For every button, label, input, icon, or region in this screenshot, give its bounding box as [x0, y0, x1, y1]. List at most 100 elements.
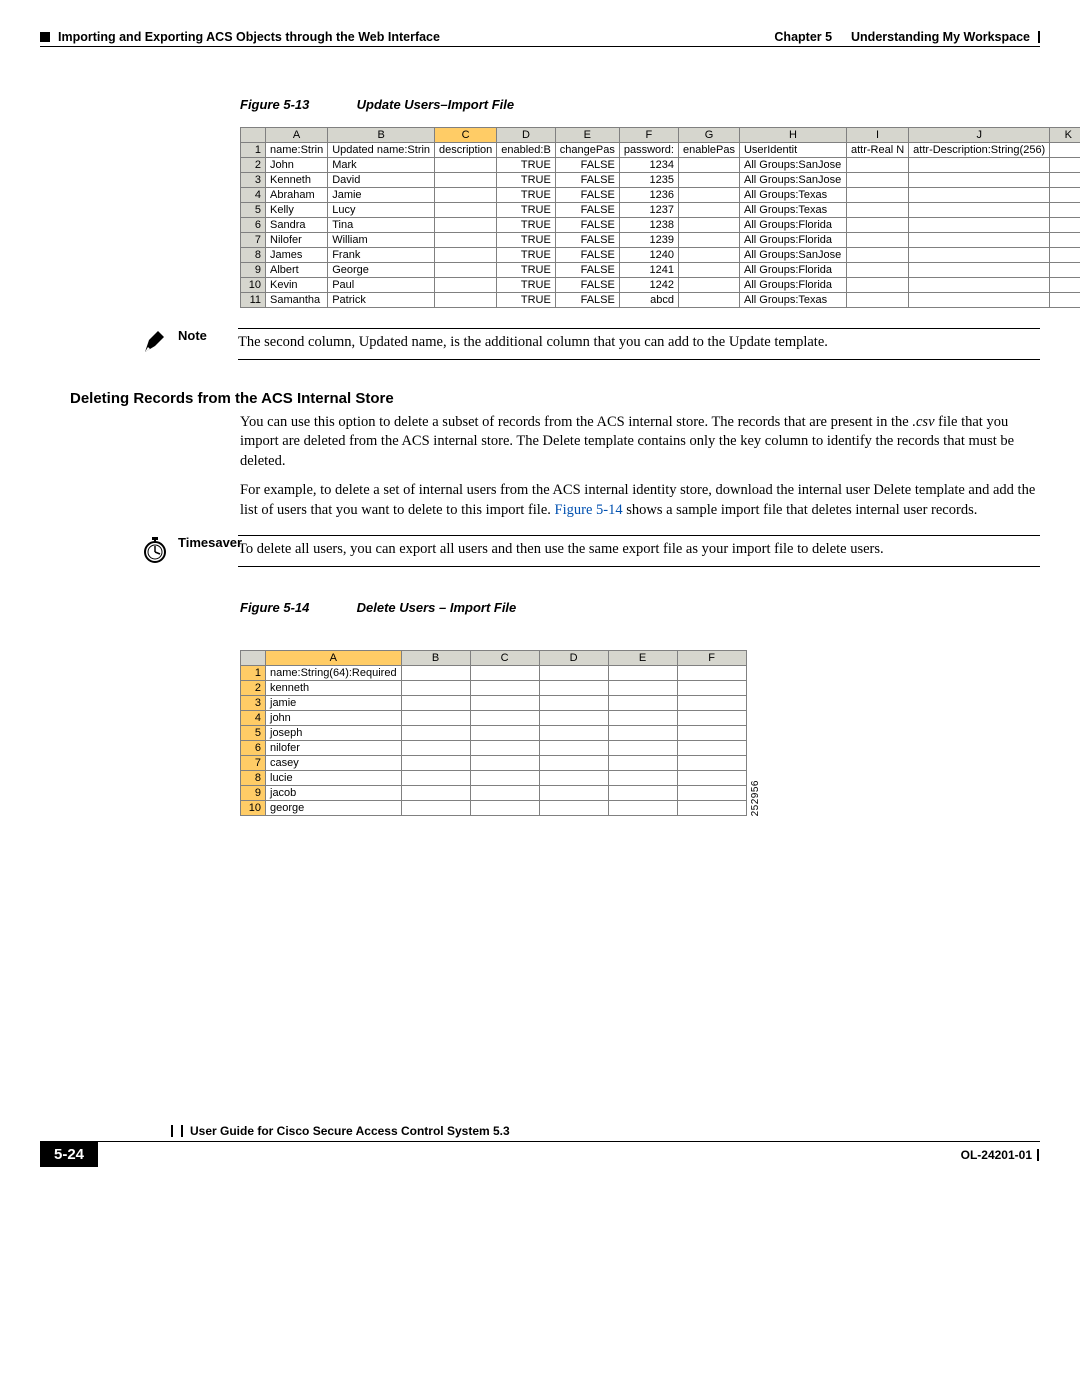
cell [677, 756, 746, 771]
cell [401, 756, 470, 771]
cell [1050, 248, 1080, 263]
cell [608, 711, 677, 726]
row-header: 11 [241, 293, 266, 308]
header-chapter: Chapter 5 [774, 30, 832, 44]
header-rule [40, 46, 1040, 47]
row-header: 4 [241, 711, 266, 726]
cell [909, 218, 1050, 233]
cell: joseph [266, 726, 402, 741]
cell: All Groups:Texas [739, 203, 846, 218]
cell: nilofer [266, 741, 402, 756]
cell: David [328, 173, 435, 188]
cell [678, 263, 739, 278]
col-header: C [435, 128, 497, 143]
cell: george [266, 801, 402, 816]
cell [846, 293, 908, 308]
cell: Kelly [266, 203, 328, 218]
figure14-link[interactable]: Figure 5-14 [555, 502, 623, 518]
cell: name:Strin [266, 143, 328, 158]
cell [678, 158, 739, 173]
cell [539, 681, 608, 696]
cell [677, 666, 746, 681]
cell [846, 233, 908, 248]
cell: name:String(64):Required [266, 666, 402, 681]
cell [608, 696, 677, 711]
cell [435, 248, 497, 263]
cell [678, 248, 739, 263]
figure14-caption: Figure 5-14 Delete Users – Import File [240, 600, 1040, 615]
col-header: F [619, 128, 678, 143]
cell: description [435, 143, 497, 158]
col-header: F [677, 651, 746, 666]
cell: Mark [328, 158, 435, 173]
footer-bar-icon [1037, 1149, 1039, 1161]
cell [846, 278, 908, 293]
cell [846, 188, 908, 203]
row-header: 9 [241, 263, 266, 278]
col-header: E [608, 651, 677, 666]
cell: kenneth [266, 681, 402, 696]
footer-bar-icon [181, 1125, 183, 1137]
cell: FALSE [555, 278, 619, 293]
cell [435, 203, 497, 218]
col-header: A [266, 128, 328, 143]
cell [401, 786, 470, 801]
row-header: 2 [241, 681, 266, 696]
cell [909, 203, 1050, 218]
col-header: G [678, 128, 739, 143]
cell: TRUE [497, 248, 556, 263]
cell: All Groups:Florida [739, 278, 846, 293]
cell [677, 681, 746, 696]
col-header: C [470, 651, 539, 666]
cell: All Groups:Texas [739, 188, 846, 203]
cell [846, 218, 908, 233]
row-header: 9 [241, 786, 266, 801]
cell: TRUE [497, 218, 556, 233]
row-header: 7 [241, 233, 266, 248]
cell [678, 233, 739, 248]
cell [539, 696, 608, 711]
cell: 1236 [619, 188, 678, 203]
cell: UserIdentit [739, 143, 846, 158]
cell: Lucy [328, 203, 435, 218]
cell: 1239 [619, 233, 678, 248]
cell: FALSE [555, 218, 619, 233]
row-header: 10 [241, 801, 266, 816]
cell [677, 771, 746, 786]
cell [678, 173, 739, 188]
col-header: B [401, 651, 470, 666]
cell [539, 741, 608, 756]
row-header: 5 [241, 726, 266, 741]
row-header: 7 [241, 756, 266, 771]
col-header: D [497, 128, 556, 143]
col-header: B [328, 128, 435, 143]
cell: TRUE [497, 203, 556, 218]
cell [608, 681, 677, 696]
cell: abcd [619, 293, 678, 308]
cell: John [266, 158, 328, 173]
cell [608, 801, 677, 816]
cell [909, 293, 1050, 308]
cell: All Groups:Texas [739, 293, 846, 308]
cell: TRUE [497, 278, 556, 293]
cell: enabled:B [497, 143, 556, 158]
cell [470, 696, 539, 711]
footer-bar-icon [171, 1125, 173, 1137]
timesaver-bottom-rule [238, 566, 1040, 567]
cell: FALSE [555, 263, 619, 278]
cell [435, 233, 497, 248]
cell [678, 278, 739, 293]
cell [539, 726, 608, 741]
cell [470, 771, 539, 786]
header-subtitle: Importing and Exporting ACS Objects thro… [58, 30, 440, 44]
cell [678, 203, 739, 218]
cell: All Groups:Florida [739, 218, 846, 233]
timesaver-text: To delete all users, you can export all … [238, 541, 884, 557]
cell: Jamie [328, 188, 435, 203]
cell: All Groups:Florida [739, 263, 846, 278]
cell [678, 188, 739, 203]
cell [909, 263, 1050, 278]
note-text: The second column, Updated name, is the … [238, 334, 828, 350]
cell: All Groups:SanJose [739, 158, 846, 173]
cell [1050, 278, 1080, 293]
